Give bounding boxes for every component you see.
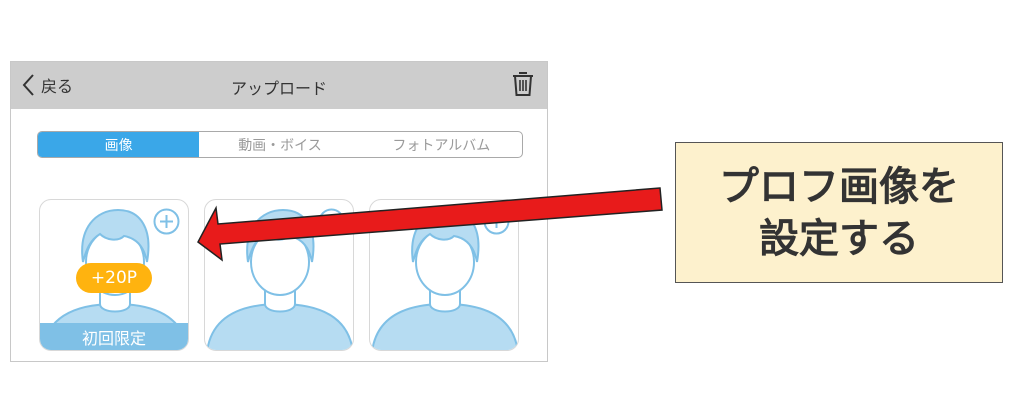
callout-line-2: 設定する <box>759 215 919 262</box>
callout-line-1: プロフ画像を <box>719 163 959 210</box>
annotation-callout: プロフ画像を 設定する <box>675 142 1003 283</box>
